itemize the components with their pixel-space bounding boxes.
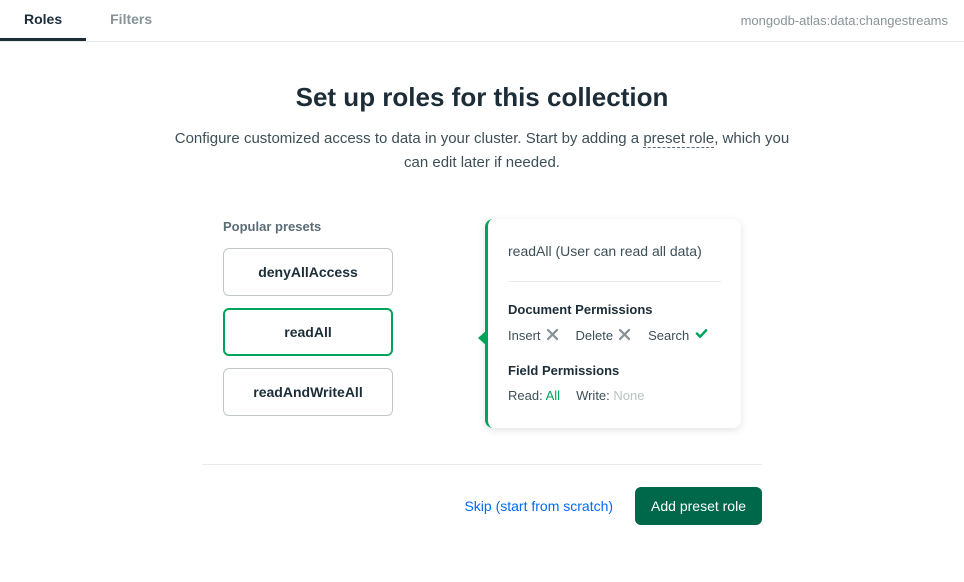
read-permission: Read: All	[508, 388, 560, 403]
check-icon	[695, 327, 708, 343]
top-bar: Roles Filters mongodb-atlas:data:changes…	[0, 0, 964, 42]
presets-column: Popular presets denyAllAccess readAll re…	[223, 219, 443, 428]
doc-permissions-label: Document Permissions	[508, 302, 721, 317]
details-arrow-icon	[478, 329, 488, 347]
perm-delete: Delete	[576, 328, 631, 343]
details-title: readAll (User can read all data)	[508, 243, 721, 282]
tab-filters[interactable]: Filters	[86, 0, 176, 41]
preset-role-link[interactable]: preset role	[643, 130, 714, 148]
perm-delete-label: Delete	[576, 328, 614, 343]
field-permissions-label: Field Permissions	[508, 363, 721, 378]
x-icon	[619, 328, 630, 343]
write-permission: Write: None	[576, 388, 644, 403]
skip-link[interactable]: Skip (start from scratch)	[464, 498, 613, 514]
preset-readandwriteall[interactable]: readAndWriteAll	[223, 368, 393, 416]
perm-insert: Insert	[508, 328, 558, 343]
preset-denyallaccess[interactable]: denyAllAccess	[223, 248, 393, 296]
content-row: Popular presets denyAllAccess readAll re…	[0, 219, 964, 428]
main-content: Set up roles for this collection Configu…	[0, 42, 964, 525]
perm-search: Search	[648, 327, 708, 343]
add-preset-role-button[interactable]: Add preset role	[635, 487, 762, 525]
presets-label: Popular presets	[223, 219, 443, 234]
details-card: readAll (User can read all data) Documen…	[485, 219, 741, 428]
field-permissions-row: Read: All Write: None	[508, 388, 721, 403]
read-label: Read:	[508, 388, 543, 403]
breadcrumb: mongodb-atlas:data:changestreams	[741, 13, 948, 28]
footer-bar: Skip (start from scratch) Add preset rol…	[202, 464, 762, 525]
write-value: None	[613, 388, 644, 403]
tabs: Roles Filters	[0, 0, 176, 41]
write-label: Write:	[576, 388, 610, 403]
tab-roles[interactable]: Roles	[0, 0, 86, 41]
page-title: Set up roles for this collection	[0, 82, 964, 113]
doc-permissions-row: Insert Delete Search	[508, 327, 721, 343]
x-icon	[547, 328, 558, 343]
preset-readall[interactable]: readAll	[223, 308, 393, 356]
perm-search-label: Search	[648, 328, 689, 343]
read-value: All	[546, 388, 560, 403]
page-subtitle: Configure customized access to data in y…	[172, 127, 792, 175]
subtitle-text-pre: Configure customized access to data in y…	[175, 130, 644, 147]
perm-insert-label: Insert	[508, 328, 541, 343]
